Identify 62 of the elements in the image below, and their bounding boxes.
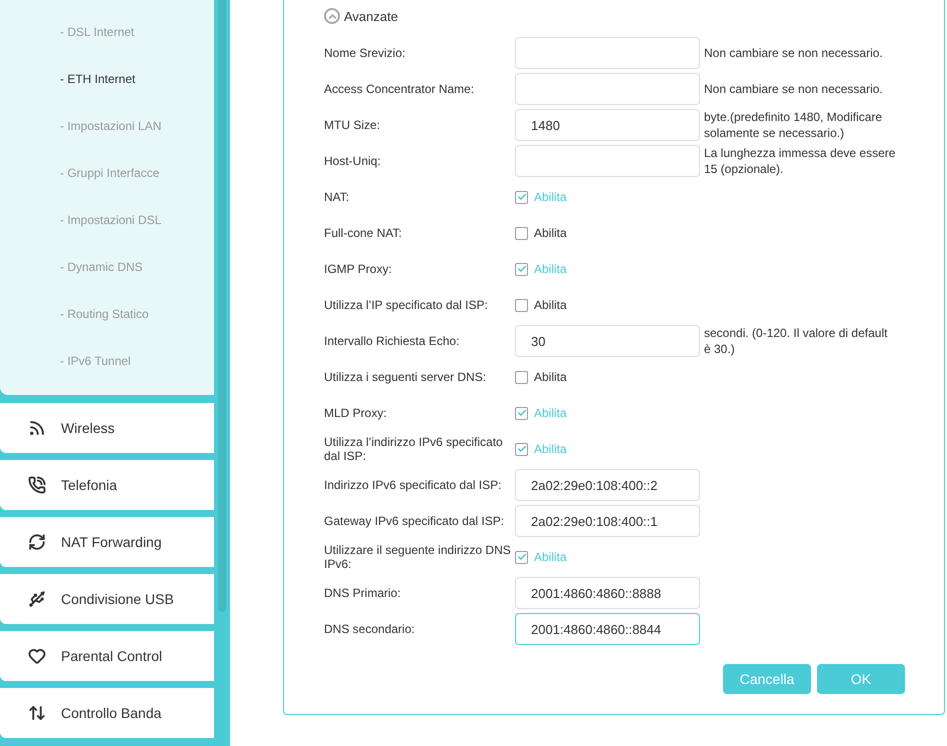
input-field[interactable]: 2001:4860:4860::8888: [515, 577, 700, 609]
refresh-icon: [28, 533, 46, 551]
menu-item[interactable]: Parental Control: [0, 631, 214, 681]
field-label: Utilizzare il seguente indirizzo DNS IPv6:: [324, 543, 512, 571]
input-field[interactable]: [515, 37, 700, 69]
checkbox-label: Abilita: [534, 226, 567, 240]
field-label: DNS secondario:: [324, 622, 416, 636]
checkbox[interactable]: [515, 550, 528, 564]
menu-item[interactable]: Wireless: [0, 403, 214, 453]
checkbox-label: Abilita: [534, 190, 567, 204]
phone-icon: [28, 476, 46, 494]
field-label: NAT:: [324, 190, 350, 204]
menu-item[interactable]: Controllo Banda: [0, 688, 214, 738]
field-label: Indirizzo IPv6 specificato dal ISP:: [324, 478, 502, 492]
field-label: Utilizza i seguenti server DNS:: [324, 370, 488, 384]
input-field[interactable]: [515, 73, 700, 105]
field-label: Access Concentrator Name:: [324, 82, 476, 96]
field-hint: Non cambiare se non necessario.: [703, 81, 884, 97]
input-field[interactable]: 1480: [515, 109, 700, 141]
field-label: MTU Size:: [324, 118, 382, 132]
section-title: Avanzate: [344, 8, 398, 24]
field-label: Gateway IPv6 specificato dal ISP:: [324, 514, 506, 528]
field-label: IGMP Proxy:: [324, 262, 393, 276]
usb-icon: [28, 590, 46, 608]
field-label: Nome Srevizio:: [324, 46, 406, 60]
checkbox[interactable]: [515, 442, 528, 456]
input-field[interactable]: 2a02:29e0:108:400::2: [515, 469, 700, 501]
collapse-button[interactable]: [324, 8, 340, 24]
checkbox[interactable]: [515, 190, 528, 204]
field-label: Full-cone NAT:: [324, 226, 403, 240]
checkbox[interactable]: [515, 226, 528, 240]
field-hint: byte.(predefinito 1480, Modificare solamente se necessario.): [703, 109, 884, 141]
input-field[interactable]: 30: [515, 325, 700, 357]
field-label: Utilizza l’IP specificato dal ISP:: [324, 298, 489, 312]
field-hint: La lunghezza immessa deve essere 15 (opzionale).: [703, 145, 896, 177]
field-label: DNS Primario:: [324, 586, 402, 600]
field-label: Host-Uniq:: [324, 154, 382, 168]
checkbox-label: Abilita: [534, 262, 567, 276]
input-field[interactable]: 2001:4860:4860::8844: [515, 613, 700, 645]
input-field[interactable]: 2a02:29e0:108:400::1: [515, 505, 700, 537]
menu-item[interactable]: Condivisione USB: [0, 574, 214, 624]
field-hint: Non cambiare se non necessario.: [703, 45, 884, 61]
field-hint: secondi. (0-120. Il valore di default è 30.): [703, 325, 888, 357]
submenu-item[interactable]: - ETH Internet: [0, 55, 214, 102]
field-label: Utilizza l’indirizzo IPv6 specificato dal ISP:: [324, 435, 504, 463]
field-label: Intervallo Richiesta Echo:: [324, 334, 460, 348]
checkbox-label: Abilita: [534, 370, 567, 384]
checkbox-label: Abilita: [534, 442, 567, 456]
checkbox-label: Abilita: [534, 298, 567, 312]
checkbox[interactable]: [515, 262, 528, 276]
checkbox[interactable]: [515, 370, 528, 384]
checkbox[interactable]: [515, 406, 528, 420]
menu-item[interactable]: NAT Forwarding: [0, 517, 214, 567]
rss-icon: [28, 419, 46, 437]
checkbox-label: Abilita: [534, 550, 567, 564]
menu-item[interactable]: Telefonia: [0, 460, 214, 510]
heart-icon: [28, 647, 46, 665]
checkbox[interactable]: [515, 298, 528, 312]
checkbox-label: Abilita: [534, 406, 567, 420]
up-down-arrows-icon: [28, 704, 46, 722]
input-field[interactable]: [515, 145, 700, 177]
field-label: MLD Proxy:: [324, 406, 388, 420]
